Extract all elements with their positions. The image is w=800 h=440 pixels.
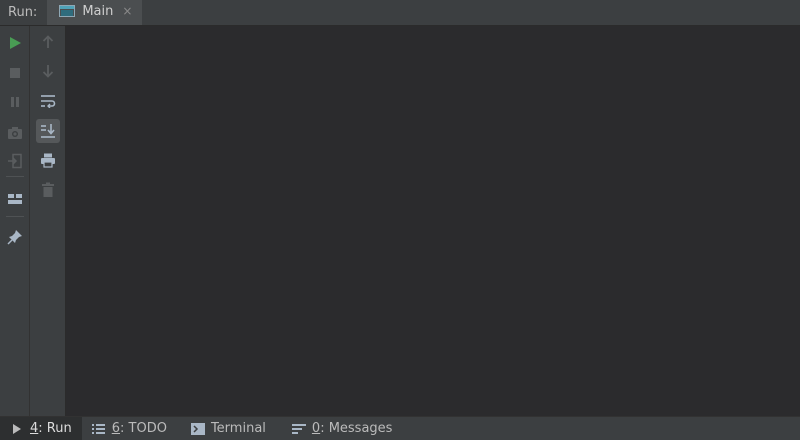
tab-todo-key: 6: [111, 421, 121, 436]
layout-icon[interactable]: [3, 187, 27, 211]
pin-icon[interactable]: [3, 225, 27, 249]
tab-run[interactable]: 4: Run: [0, 417, 82, 440]
rerun-play-icon[interactable]: [3, 31, 27, 55]
close-icon[interactable]: ×: [122, 4, 132, 18]
run-label: Run:: [8, 5, 38, 20]
tab-todo[interactable]: 6: TODO: [82, 417, 177, 440]
messages-icon: [291, 422, 306, 436]
up-arrow-icon[interactable]: [36, 30, 60, 54]
tab-terminal[interactable]: Terminal: [177, 417, 276, 440]
exit-icon[interactable]: [3, 149, 27, 173]
console-window-icon: [59, 5, 76, 17]
terminal-icon: [190, 422, 205, 436]
tab-main[interactable]: Main ×: [47, 0, 143, 25]
stop-icon[interactable]: [3, 61, 27, 85]
tab-messages-label: : Messages: [320, 421, 393, 436]
tool-window-bar: 4: Run 6: TODO Terminal 0: Messages: [0, 416, 800, 440]
tab-run-key: 4: [30, 421, 39, 436]
pause-icon[interactable]: [3, 90, 27, 114]
down-arrow-icon[interactable]: [36, 59, 60, 83]
tab-run-label: : Run: [38, 421, 72, 436]
tab-todo-label: : TODO: [120, 421, 167, 436]
tab-main-label: Main: [82, 3, 114, 19]
run-toolbar-secondary: [30, 26, 66, 416]
tab-messages[interactable]: 0: Messages: [276, 417, 403, 440]
print-icon[interactable]: [36, 148, 60, 172]
soft-wrap-icon[interactable]: [36, 89, 60, 113]
toolbar-divider: [6, 216, 24, 217]
run-tool-window-header: Run: Main ×: [0, 0, 800, 26]
scroll-to-end-icon[interactable]: [36, 119, 60, 143]
console-output[interactable]: [66, 26, 800, 416]
toolbar-divider: [6, 176, 24, 177]
trash-icon[interactable]: [36, 178, 60, 202]
todo-list-icon: [92, 422, 106, 436]
tab-terminal-label: Terminal: [210, 421, 266, 436]
run-toolbar-primary: [0, 26, 30, 416]
run-icon: [10, 422, 24, 436]
tab-messages-key: 0: [311, 421, 321, 436]
camera-icon[interactable]: [3, 121, 27, 145]
